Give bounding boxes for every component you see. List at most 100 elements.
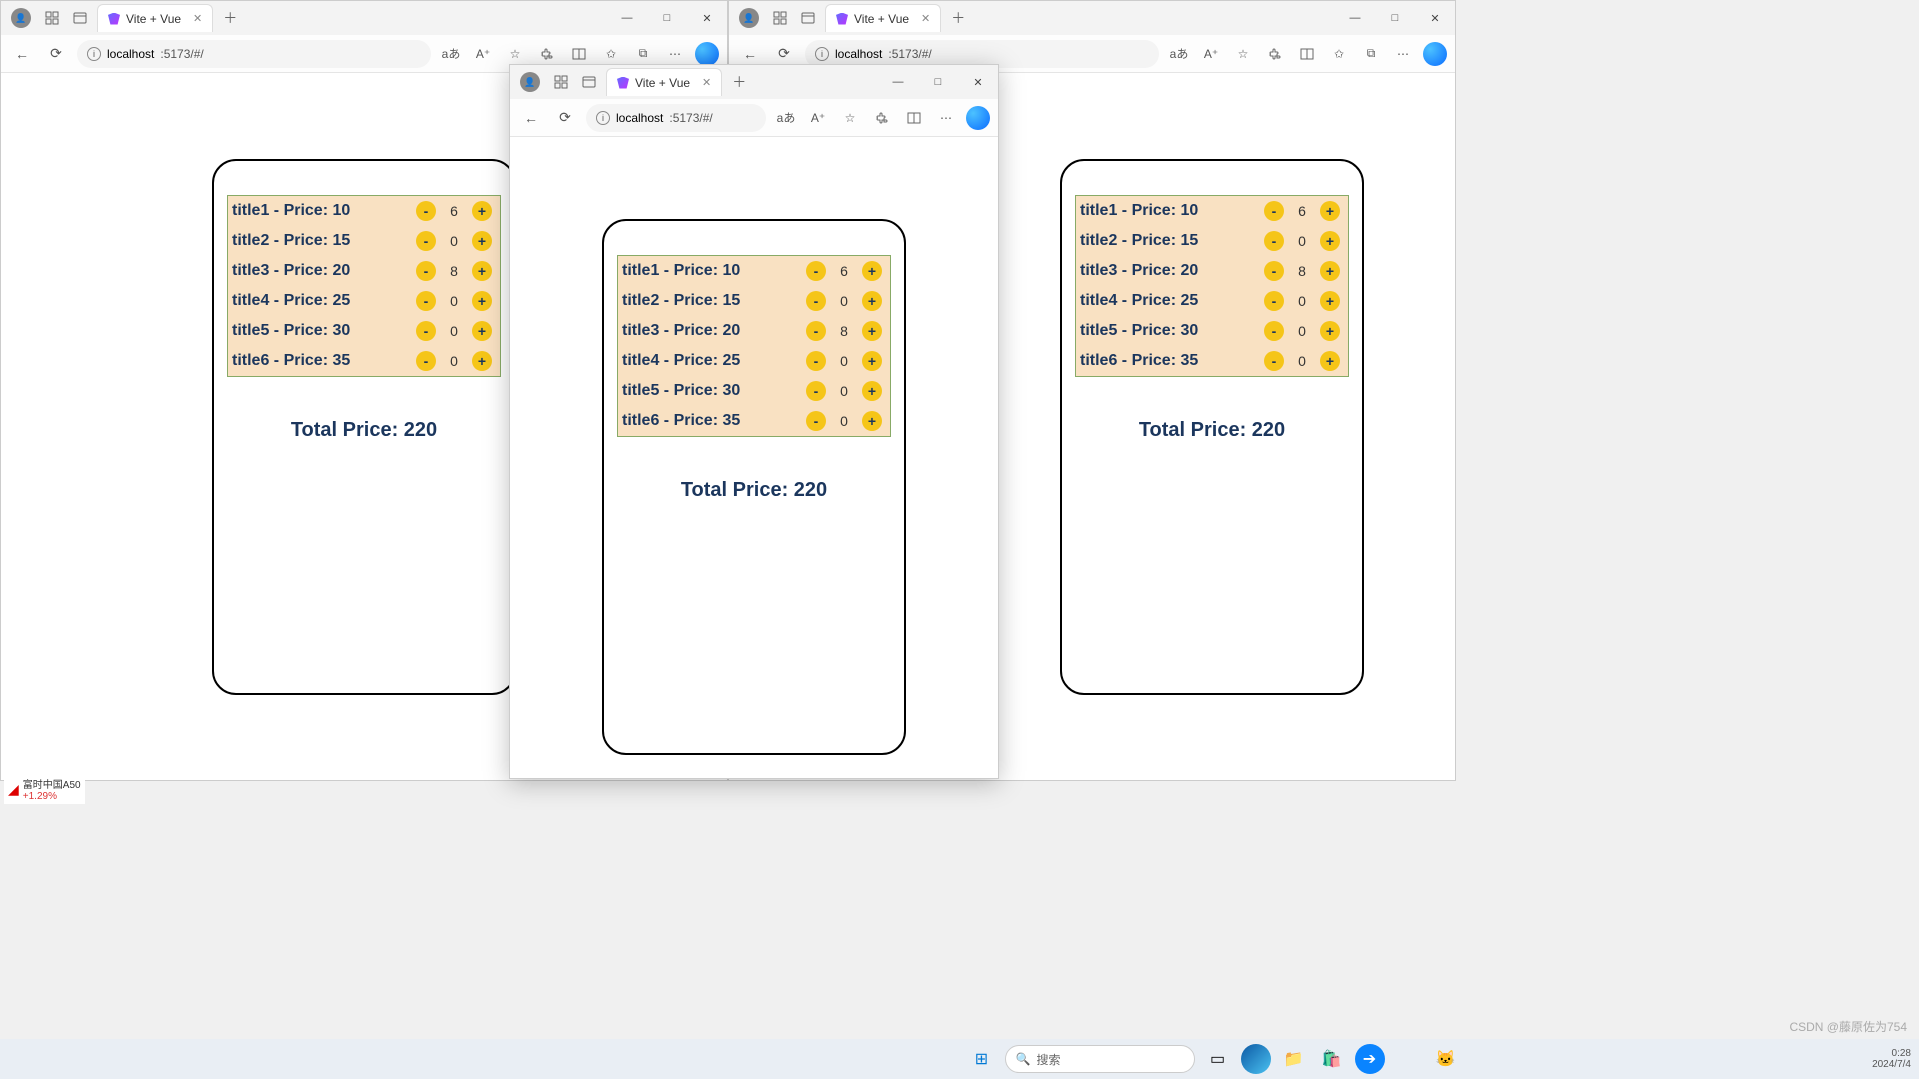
decrement-button[interactable]: -: [416, 321, 436, 341]
decrement-button[interactable]: -: [1264, 291, 1284, 311]
increment-button[interactable]: +: [1320, 261, 1340, 281]
decrement-button[interactable]: -: [806, 381, 826, 401]
increment-button[interactable]: +: [472, 261, 492, 281]
start-button[interactable]: ⊞: [967, 1044, 997, 1074]
window-close[interactable]: ✕: [1415, 1, 1455, 35]
decrement-button[interactable]: -: [416, 291, 436, 311]
favorite-button[interactable]: ☆: [1231, 42, 1255, 66]
workspaces-icon[interactable]: [769, 7, 791, 29]
vscode-icon[interactable]: �⵾: [1393, 1044, 1423, 1074]
window-minimize[interactable]: —: [878, 65, 918, 99]
app-icon[interactable]: ➔: [1355, 1044, 1385, 1074]
decrement-button[interactable]: -: [416, 231, 436, 251]
profile-avatar[interactable]: 👤: [739, 8, 759, 28]
site-info-icon[interactable]: i: [596, 111, 610, 125]
translate-button[interactable]: aあ: [774, 106, 798, 130]
decrement-button[interactable]: -: [416, 201, 436, 221]
browser-tab[interactable]: Vite + Vue ✕: [825, 4, 941, 32]
edge-icon[interactable]: [1241, 1044, 1271, 1074]
decrement-button[interactable]: -: [1264, 321, 1284, 341]
profile-avatar[interactable]: 👤: [520, 72, 540, 92]
refresh-button[interactable]: ⟳: [552, 105, 578, 131]
more-icon[interactable]: ⋯: [1391, 42, 1415, 66]
favorites-bar-icon[interactable]: ✩: [599, 42, 623, 66]
extensions-icon[interactable]: [535, 42, 559, 66]
decrement-button[interactable]: -: [1264, 351, 1284, 371]
new-tab-button[interactable]: ＋: [219, 7, 241, 29]
task-view-icon[interactable]: ▭: [1203, 1044, 1233, 1074]
decrement-button[interactable]: -: [806, 411, 826, 431]
window-close[interactable]: ✕: [958, 65, 998, 99]
refresh-button[interactable]: ⟳: [771, 41, 797, 67]
app-icon-2[interactable]: 🐱: [1431, 1044, 1461, 1074]
favorites-bar-icon[interactable]: ✩: [1327, 42, 1351, 66]
read-aloud-button[interactable]: A⁺: [471, 42, 495, 66]
split-screen-icon[interactable]: [567, 42, 591, 66]
increment-button[interactable]: +: [1320, 291, 1340, 311]
increment-button[interactable]: +: [472, 231, 492, 251]
more-icon[interactable]: ⋯: [934, 106, 958, 130]
back-button[interactable]: ←: [737, 41, 763, 67]
window-maximize[interactable]: □: [647, 1, 687, 35]
tab-actions-icon[interactable]: [578, 71, 600, 93]
window-maximize[interactable]: □: [918, 65, 958, 99]
copilot-icon[interactable]: [1423, 42, 1447, 66]
store-icon[interactable]: 🛍️: [1317, 1044, 1347, 1074]
decrement-button[interactable]: -: [806, 261, 826, 281]
increment-button[interactable]: +: [1320, 321, 1340, 341]
new-tab-button[interactable]: ＋: [728, 71, 750, 93]
workspaces-icon[interactable]: [41, 7, 63, 29]
extensions-icon[interactable]: [870, 106, 894, 130]
window-minimize[interactable]: —: [607, 1, 647, 35]
address-bar[interactable]: i localhost:5173/#/: [586, 104, 766, 132]
increment-button[interactable]: +: [472, 291, 492, 311]
favorite-button[interactable]: ☆: [503, 42, 527, 66]
increment-button[interactable]: +: [862, 321, 882, 341]
increment-button[interactable]: +: [1320, 201, 1340, 221]
explorer-icon[interactable]: 📁: [1279, 1044, 1309, 1074]
increment-button[interactable]: +: [862, 351, 882, 371]
tab-actions-icon[interactable]: [797, 7, 819, 29]
split-screen-icon[interactable]: [902, 106, 926, 130]
decrement-button[interactable]: -: [1264, 261, 1284, 281]
browser-tab[interactable]: Vite + Vue ✕: [97, 4, 213, 32]
taskbar-search[interactable]: 🔍搜索: [1005, 1045, 1195, 1073]
stock-widget[interactable]: ◢ 富时中国A50+1.29%: [4, 774, 85, 804]
decrement-button[interactable]: -: [1264, 201, 1284, 221]
profile-avatar[interactable]: 👤: [11, 8, 31, 28]
back-button[interactable]: ←: [9, 41, 35, 67]
copilot-icon[interactable]: [966, 106, 990, 130]
increment-button[interactable]: +: [472, 201, 492, 221]
window-maximize[interactable]: □: [1375, 1, 1415, 35]
decrement-button[interactable]: -: [806, 321, 826, 341]
decrement-button[interactable]: -: [1264, 231, 1284, 251]
back-button[interactable]: ←: [518, 105, 544, 131]
site-info-icon[interactable]: i: [815, 47, 829, 61]
workspaces-icon[interactable]: [550, 71, 572, 93]
close-tab-icon[interactable]: ✕: [702, 76, 711, 89]
more-icon[interactable]: ⋯: [663, 42, 687, 66]
translate-button[interactable]: aあ: [439, 42, 463, 66]
decrement-button[interactable]: -: [416, 261, 436, 281]
increment-button[interactable]: +: [862, 411, 882, 431]
favorite-button[interactable]: ☆: [838, 106, 862, 130]
increment-button[interactable]: +: [1320, 231, 1340, 251]
extensions-icon[interactable]: [1263, 42, 1287, 66]
increment-button[interactable]: +: [862, 291, 882, 311]
increment-button[interactable]: +: [472, 351, 492, 371]
system-clock[interactable]: 0:282024/7/4: [1872, 1048, 1911, 1070]
collections-icon[interactable]: ⧉: [1359, 42, 1383, 66]
decrement-button[interactable]: -: [806, 291, 826, 311]
window-close[interactable]: ✕: [687, 1, 727, 35]
read-aloud-button[interactable]: A⁺: [1199, 42, 1223, 66]
browser-tab[interactable]: Vite + Vue ✕: [606, 68, 722, 96]
increment-button[interactable]: +: [472, 321, 492, 341]
close-tab-icon[interactable]: ✕: [193, 12, 202, 25]
decrement-button[interactable]: -: [806, 351, 826, 371]
increment-button[interactable]: +: [862, 381, 882, 401]
collections-icon[interactable]: ⧉: [631, 42, 655, 66]
close-tab-icon[interactable]: ✕: [921, 12, 930, 25]
increment-button[interactable]: +: [862, 261, 882, 281]
site-info-icon[interactable]: i: [87, 47, 101, 61]
increment-button[interactable]: +: [1320, 351, 1340, 371]
